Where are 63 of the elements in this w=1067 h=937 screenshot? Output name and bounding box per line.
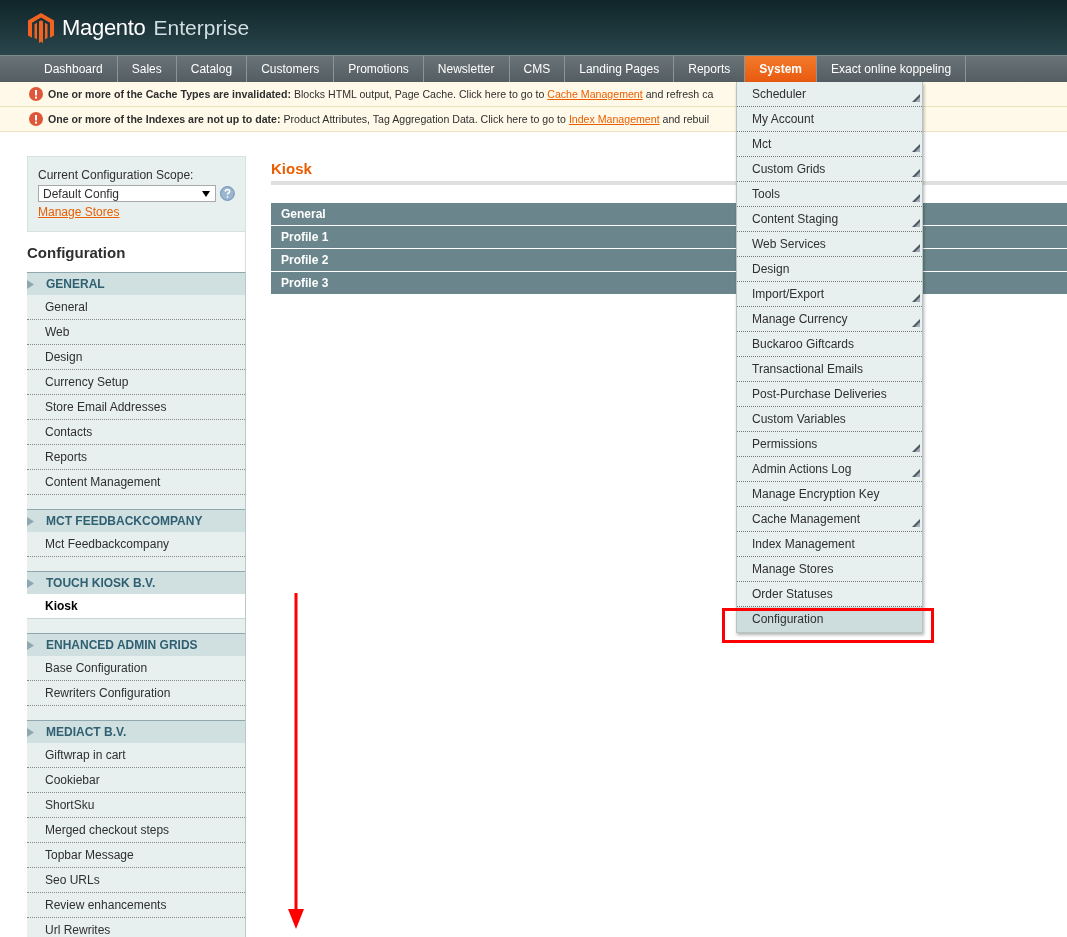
sidebar-group-header[interactable]: ENHANCED ADMIN GRIDS <box>27 633 245 656</box>
menu-item[interactable]: Configuration <box>737 607 922 632</box>
sidebar-item[interactable]: Kiosk <box>27 594 245 619</box>
logo-brand: Magento <box>62 14 146 41</box>
notice-text: One or more of the Cache Types are invalidated: Blocks HTML output, Page Cache. Click here to go to Cache Management and refresh ca <box>48 88 714 100</box>
sidebar-group-header[interactable]: TOUCH KIOSK B.V. <box>27 571 245 594</box>
expand-triangle-icon <box>27 578 34 588</box>
logo-edition: Enterprise <box>153 15 250 40</box>
sidebar-group-header[interactable]: GENERAL <box>27 272 245 295</box>
sidebar-item[interactable]: Rewriters Configuration <box>27 681 245 706</box>
menu-item[interactable]: Custom Variables <box>737 407 922 432</box>
menu-item[interactable]: Post-Purchase Deliveries <box>737 382 922 407</box>
menu-item[interactable]: Custom Grids <box>737 157 922 182</box>
error-icon <box>29 112 43 126</box>
sidebar-item[interactable]: Web <box>27 320 245 345</box>
menu-item[interactable]: Manage Stores <box>737 557 922 582</box>
menu-item[interactable]: Import/Export <box>737 282 922 307</box>
sidebar-item[interactable]: ShortSku <box>27 793 245 818</box>
menu-item[interactable]: Admin Actions Log <box>737 457 922 482</box>
expand-triangle-icon <box>27 279 34 289</box>
scope-label: Current Configuration Scope: <box>38 168 195 182</box>
menu-item[interactable]: Scheduler <box>737 82 922 107</box>
menu-item[interactable]: Permissions <box>737 432 922 457</box>
sidebar-item[interactable]: Currency Setup <box>27 370 245 395</box>
menu-item[interactable]: Tools <box>737 182 922 207</box>
sidebar-item[interactable]: Cookiebar <box>27 768 245 793</box>
sidebar-item[interactable]: Base Configuration <box>27 656 245 681</box>
sidebar-item[interactable]: Url Rewrites <box>27 918 245 937</box>
sidebar-item[interactable]: General <box>27 295 245 320</box>
sidebar-title: Configuration <box>27 232 246 272</box>
menu-item[interactable]: Design <box>737 257 922 282</box>
sidebar-item[interactable]: Reports <box>27 445 245 470</box>
menu-item[interactable]: Mct <box>737 132 922 157</box>
menu-item[interactable]: Manage Currency <box>737 307 922 332</box>
expand-triangle-icon <box>27 727 34 737</box>
sidebar-item[interactable]: Mct Feedbackcompany <box>27 532 245 557</box>
sidebar-item[interactable]: Design <box>27 345 245 370</box>
menu-item[interactable]: Index Management <box>737 532 922 557</box>
notice-text: One or more of the Indexes are not up to date: Product Attributes, Tag Aggregation Data. Click here to go to Index Management and rebuil <box>48 113 710 125</box>
logo-icon <box>28 12 54 43</box>
menu-item[interactable]: Cache Management <box>737 507 922 532</box>
menu-item[interactable]: Web Services <box>737 232 922 257</box>
sidebar-item[interactable]: Giftwrap in cart <box>27 743 245 768</box>
expand-triangle-icon <box>27 516 34 526</box>
menu-item[interactable]: Transactional Emails <box>737 357 922 382</box>
menu-item[interactable]: Content Staging <box>737 207 922 232</box>
menu-item[interactable]: Manage Encryption Key <box>737 482 922 507</box>
expand-triangle-icon <box>27 640 34 650</box>
sidebar-group-header[interactable]: MEDIACT B.V. <box>27 720 245 743</box>
sidebar-item[interactable]: Merged checkout steps <box>27 818 245 843</box>
menu-item[interactable]: Buckaroo Giftcards <box>737 332 922 357</box>
error-icon <box>29 87 43 101</box>
sidebar-item[interactable]: Topbar Message <box>27 843 245 868</box>
scope-select[interactable]: Default Config <box>38 185 217 202</box>
sidebar-item[interactable]: Seo URLs <box>27 868 245 893</box>
help-icon[interactable] <box>220 186 235 201</box>
sidebar-item[interactable]: Contacts <box>27 420 245 445</box>
sidebar-group-header[interactable]: MCT FEEDBACKCOMPANY <box>27 509 245 532</box>
menu-item[interactable]: My Account <box>737 107 922 132</box>
dropdown-caret-icon <box>202 190 211 197</box>
sidebar-item[interactable]: Content Management <box>27 470 245 495</box>
sidebar-item[interactable]: Review enhancements <box>27 893 245 918</box>
sidebar-item[interactable]: Store Email Addresses <box>27 395 245 420</box>
